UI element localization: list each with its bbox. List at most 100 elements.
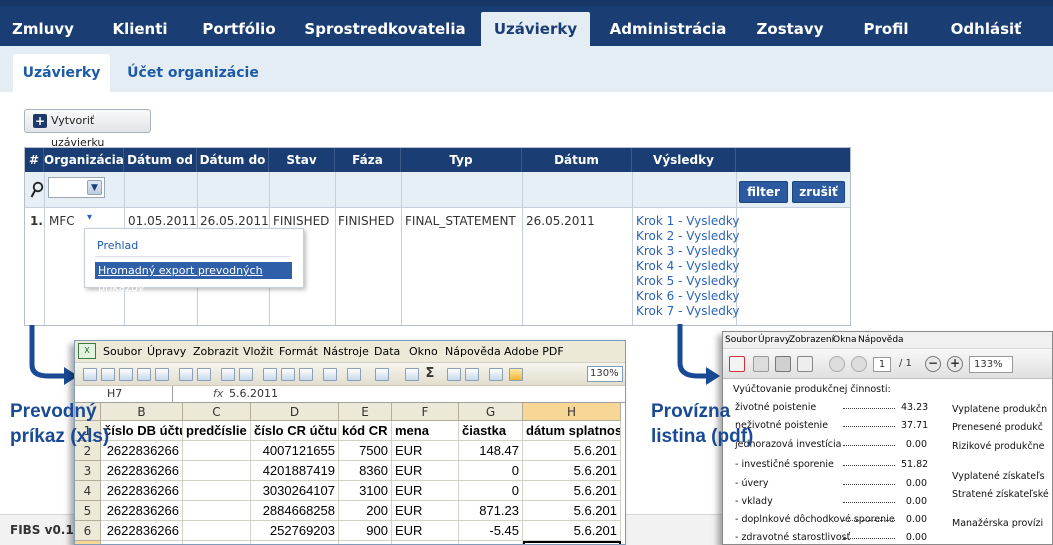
chart-wizard-icon[interactable]	[489, 368, 503, 381]
organization-filter-select[interactable]: ▼	[48, 177, 105, 198]
column-header-b[interactable]: B	[101, 403, 183, 421]
spellcheck-icon[interactable]	[221, 368, 235, 381]
column-header-g[interactable]: G	[459, 403, 523, 421]
create-closing-button[interactable]: + Vytvoriť uzávierku	[24, 109, 151, 149]
research-icon[interactable]	[239, 368, 253, 381]
excel-menu-vlozit[interactable]: Vložit	[243, 345, 273, 358]
sheet-cell[interactable]: 5.6.201	[523, 521, 621, 541]
sheet-cell[interactable]: 5.6.201	[523, 541, 621, 544]
hyperlink-icon[interactable]	[405, 368, 419, 381]
email-icon[interactable]	[797, 356, 813, 372]
sheet-cell[interactable]: 900	[339, 541, 392, 544]
excel-menu-upravy[interactable]: Úpravy	[147, 345, 186, 358]
sheet-cell[interactable]: 273715116	[251, 541, 339, 544]
sheet-cell[interactable]: 5.6.201	[523, 501, 621, 521]
sheet-cell[interactable]: 7500	[339, 441, 392, 461]
row-header-7[interactable]: 7	[75, 541, 101, 544]
sheet-cell[interactable]: -5.45	[459, 521, 523, 541]
row-header-6[interactable]: 6	[75, 521, 101, 541]
pdf-menu-soubor[interactable]: Soubor	[725, 335, 757, 345]
sheet-cell[interactable]: 2622836266	[101, 501, 183, 521]
sheet-cell[interactable]: 0	[459, 461, 523, 481]
zoom-out-icon[interactable]: −	[925, 356, 941, 372]
sheet-cell[interactable]	[183, 481, 251, 501]
column-header-e[interactable]: E	[339, 403, 392, 421]
sheet-cell[interactable]: 4007121655	[251, 441, 339, 461]
subtab-uzavierky[interactable]: Uzávierky	[13, 54, 110, 92]
result-link-7[interactable]: Krok 7 - Vysledky	[636, 304, 739, 318]
col-header-faza[interactable]: Fáza	[335, 148, 401, 172]
sheet-header-cell[interactable]: čiastka	[459, 421, 523, 441]
format-painter-icon[interactable]	[323, 368, 337, 381]
sheet-cell[interactable]: EUR	[392, 521, 459, 541]
column-header-c[interactable]: C	[183, 403, 251, 421]
excel-menu-nastroje[interactable]: Nástroje	[323, 345, 369, 358]
result-link-6[interactable]: Krok 6 - Vysledky	[636, 289, 739, 303]
page-number-input[interactable]: 1	[873, 357, 891, 372]
sheet-header-cell[interactable]: predčíslie	[183, 421, 251, 441]
sheet-cell[interactable]: EUR	[392, 541, 459, 544]
zoom-in-icon[interactable]: +	[947, 356, 963, 372]
col-header-datum-vytvorenia[interactable]: Dátum vytvorenia	[522, 148, 632, 191]
sheet-cell[interactable]: EUR	[392, 441, 459, 461]
copy-icon[interactable]	[281, 368, 295, 381]
sheet-cell[interactable]: 148.47	[459, 441, 523, 461]
sheet-cell[interactable]	[183, 461, 251, 481]
save-icon[interactable]	[753, 356, 769, 372]
column-header-h[interactable]: H	[523, 403, 621, 421]
sheet-cell[interactable]: 2622836266	[101, 521, 183, 541]
sheet-cell[interactable]: EUR	[392, 461, 459, 481]
cut-icon[interactable]	[263, 368, 277, 381]
row-header-4[interactable]: 4	[75, 481, 101, 501]
excel-menu-napoveda[interactable]: Nápověda	[445, 345, 501, 358]
email-icon[interactable]	[155, 368, 169, 381]
formula-input[interactable]: 5.6.2011	[229, 387, 278, 400]
sheet-cell[interactable]: 2622836266	[101, 441, 183, 461]
menu-item-prehlad[interactable]: Prehlad	[97, 239, 138, 252]
sheet-header-cell[interactable]: dátum splatnos	[523, 421, 621, 441]
pdf-menu-zobrazeni[interactable]: Zobrazení	[789, 335, 834, 345]
sheet-cell[interactable]: 5.6.201	[523, 461, 621, 481]
result-link-5[interactable]: Krok 5 - Vysledky	[636, 274, 739, 288]
filter-button[interactable]: filter	[739, 181, 788, 203]
excel-menu-data[interactable]: Data	[374, 345, 400, 358]
sheet-cell[interactable]: 8360	[339, 461, 392, 481]
function-icon[interactable]: fx	[213, 387, 223, 400]
sheet-header-cell[interactable]: číslo DB účtu	[101, 421, 183, 441]
pdf-menu-okna[interactable]: Okna	[833, 335, 857, 345]
sheet-cell[interactable]: 3030264107	[251, 481, 339, 501]
sheet-cell[interactable]	[183, 441, 251, 461]
excel-menu-zobrazit[interactable]: Zobrazit	[193, 345, 239, 358]
sheet-cell[interactable]: 5.6.201	[523, 441, 621, 461]
col-header-stav[interactable]: Stav	[269, 148, 335, 172]
sheet-cell[interactable]	[183, 521, 251, 541]
excel-menu-format[interactable]: Formát	[279, 345, 318, 358]
sheet-cell[interactable]: 2622836266	[101, 461, 183, 481]
sheet-cell[interactable]: 0	[459, 481, 523, 501]
sheet-header-cell[interactable]: číslo CR účtu	[251, 421, 339, 441]
sort-descending-icon[interactable]	[465, 368, 479, 381]
sort-ascending-icon[interactable]	[447, 368, 461, 381]
print-preview-icon[interactable]	[197, 368, 211, 381]
column-header-f[interactable]: F	[392, 403, 459, 421]
excel-menu-okno[interactable]: Okno	[409, 345, 438, 358]
create-pdf-icon[interactable]	[729, 356, 745, 372]
open-file-icon[interactable]	[101, 368, 115, 381]
autosum-icon[interactable]: Σ	[423, 367, 437, 381]
sheet-cell[interactable]	[183, 501, 251, 521]
result-link-3[interactable]: Krok 3 - Vysledky	[636, 244, 739, 258]
sheet-cell[interactable]: 252769203	[251, 521, 339, 541]
sheet-cell[interactable]: 2884668258	[251, 501, 339, 521]
sheet-cell[interactable]: 2622836266	[101, 481, 183, 501]
col-header-datum-od[interactable]: Dátum od	[124, 148, 197, 172]
menu-item-bulk-export[interactable]: Hromadný export prevodných príkazov	[95, 262, 292, 294]
sheet-header-cell[interactable]: kód CR	[339, 421, 392, 441]
sheet-cell[interactable]: EUR	[392, 481, 459, 501]
row-header-3[interactable]: 3	[75, 461, 101, 481]
sheet-cell[interactable]: 871.23	[459, 501, 523, 521]
col-header-organizacia[interactable]: Organizácia	[44, 148, 124, 172]
sheet-cell[interactable]: 900	[339, 521, 392, 541]
sheet-cell[interactable]: 5.6.201	[523, 481, 621, 501]
print-icon[interactable]	[179, 368, 193, 381]
sheet-cell[interactable]: EUR	[392, 501, 459, 521]
